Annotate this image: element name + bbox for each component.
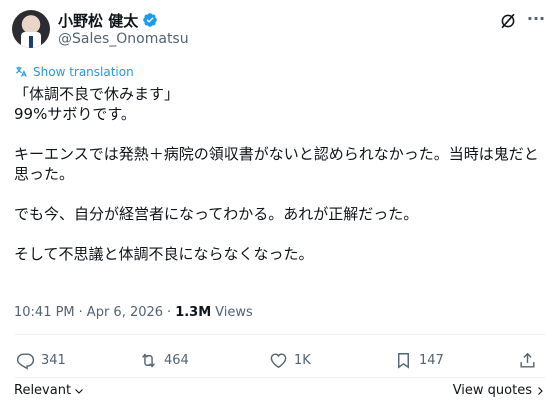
post-line: そして不思議と体調不良にならなくなった。 xyxy=(14,245,314,263)
retweet-count: 464 xyxy=(164,352,189,368)
views-label: Views xyxy=(215,305,253,320)
like-icon xyxy=(270,352,287,368)
meta-separator: · xyxy=(167,305,172,320)
post-time[interactable]: 10:41 PM xyxy=(14,305,75,320)
divider xyxy=(14,377,546,378)
retweet-icon xyxy=(142,352,155,368)
view-quotes-label: View quotes xyxy=(452,383,532,398)
post-meta: 10:41 PM · Apr 6, 2026 · 1.3M Views xyxy=(14,305,253,320)
replies-footer: Relevant View quotes xyxy=(14,383,546,401)
post-line: 99%サボりです。 xyxy=(14,105,136,123)
meta-separator: · xyxy=(78,305,83,320)
share-button[interactable] xyxy=(518,349,537,371)
grok-icon[interactable] xyxy=(499,12,517,30)
verified-badge-icon[interactable] xyxy=(142,12,158,28)
author-name-row: 小野松 健太 xyxy=(58,10,158,30)
reply-count: 341 xyxy=(41,352,66,368)
bookmark-button[interactable]: 147 xyxy=(394,349,444,371)
more-icon[interactable]: ··· xyxy=(525,11,547,30)
show-translation-link[interactable]: Show translation xyxy=(14,64,134,80)
sort-label: Relevant xyxy=(14,383,72,398)
view-quotes-link[interactable]: View quotes xyxy=(453,383,546,398)
chevron-right-icon xyxy=(538,386,543,395)
author-name[interactable]: 小野松 健太 xyxy=(58,10,138,31)
post-line: でも今、自分が経営者になってわかる。あれが正解だった。 xyxy=(14,205,419,223)
post-date[interactable]: Apr 6, 2026 xyxy=(87,305,163,320)
bookmark-icon xyxy=(398,352,409,369)
post-line: キーエンスでは発熱＋病院の領収書がないと認められなかった。当時は鬼だと思った。 xyxy=(14,145,539,183)
translate-icon xyxy=(16,66,27,77)
post-line: 「体調不良で休みます」 xyxy=(14,85,180,103)
bookmark-count: 147 xyxy=(419,352,444,368)
author-handle[interactable]: @Sales_Onomatsu xyxy=(58,31,189,47)
avatar[interactable] xyxy=(12,10,50,48)
show-translation-label: Show translation xyxy=(33,65,134,79)
reply-icon xyxy=(16,352,35,370)
like-count: 1K xyxy=(294,352,311,368)
divider xyxy=(14,334,546,335)
sort-dropdown[interactable]: Relevant xyxy=(14,383,85,398)
views-count[interactable]: 1.3M xyxy=(175,305,211,320)
reply-button[interactable]: 341 xyxy=(16,349,66,371)
action-bar: 341 464 1K 147 xyxy=(14,349,546,371)
chevron-down-icon xyxy=(75,388,83,394)
like-button[interactable]: 1K xyxy=(269,349,311,371)
share-icon xyxy=(520,352,535,368)
post-body: 「体調不良で休みます」 99%サボりです。 キーエンスでは発熱＋病院の領収書がな… xyxy=(14,84,546,264)
post-header: 小野松 健太 @Sales_Onomatsu ··· xyxy=(12,8,547,52)
retweet-button[interactable]: 464 xyxy=(139,349,189,371)
